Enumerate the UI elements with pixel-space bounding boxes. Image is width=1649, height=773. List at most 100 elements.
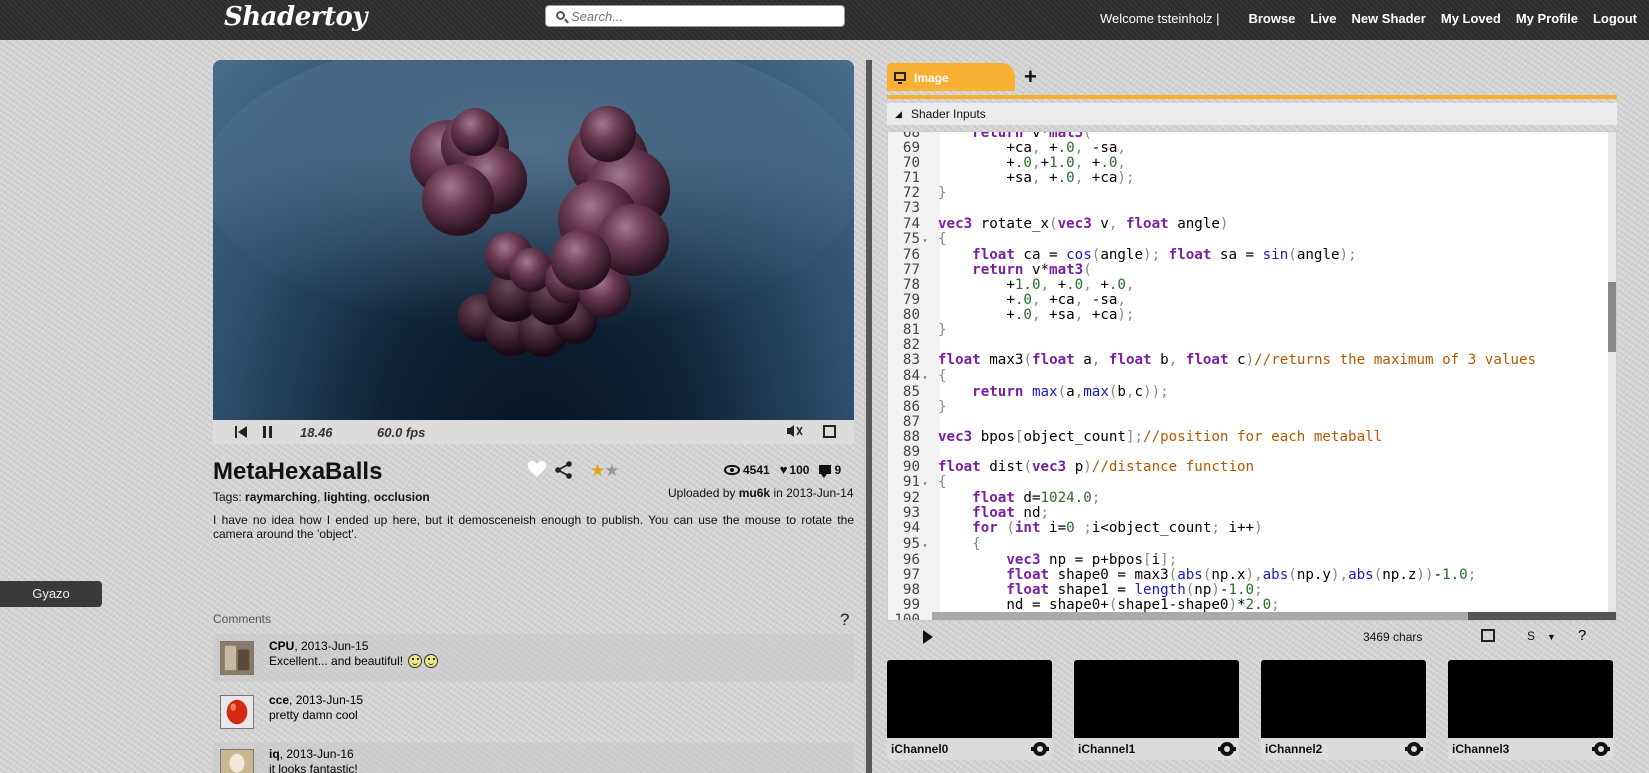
shader-canvas[interactable]	[213, 60, 854, 420]
author-link[interactable]: mu6k	[739, 486, 770, 500]
mute-icon[interactable]	[786, 424, 804, 438]
code-text[interactable]: {	[930, 536, 981, 552]
share-icon[interactable]	[555, 461, 573, 479]
code-text[interactable]: }	[930, 399, 947, 415]
fold-arrow-icon[interactable]: ▾	[920, 476, 930, 491]
code-text[interactable]: +.0, +sa, +ca);	[930, 307, 1134, 323]
comment-user[interactable]: cce	[269, 693, 289, 707]
code-line[interactable]: 81}	[888, 323, 1536, 338]
fullscreen-icon[interactable]	[823, 425, 836, 438]
channel-preview[interactable]	[1074, 660, 1239, 738]
code-text[interactable]: vec3 np = p+bpos[i];	[930, 552, 1177, 568]
code-line[interactable]: 91 ▾{	[888, 475, 1536, 491]
star-icon[interactable]: ★	[604, 461, 619, 480]
shader-inputs-toggle[interactable]: ◢ Shader Inputs	[887, 103, 1617, 125]
code-text[interactable]: vec3 bpos[object_count];//position for e…	[930, 429, 1382, 445]
code-line[interactable]: 94 for (int i=0 ;i<object_count; i++)	[888, 521, 1536, 536]
code-line[interactable]: 89	[888, 444, 1536, 460]
code-text[interactable]: for (int i=0 ;i<object_count; i++)	[930, 520, 1262, 536]
nav-my-profile[interactable]: My Profile	[1516, 11, 1578, 26]
pause-icon[interactable]	[263, 426, 273, 438]
code-text[interactable]: float ca = cos(angle); float sa = sin(an…	[930, 247, 1356, 263]
comment-user[interactable]: iq	[269, 747, 280, 761]
code-line[interactable]: 90 float dist(vec3 p)//distance function	[888, 459, 1536, 475]
code-line[interactable]: 69 +ca, +.0, -sa,	[888, 140, 1536, 156]
search-box[interactable]	[545, 5, 845, 27]
tag-link[interactable]: raymarching	[245, 490, 317, 504]
code-line[interactable]: 75 ▾{	[888, 231, 1536, 248]
code-text[interactable]: float d=1024.0;	[930, 490, 1100, 506]
scroll-thumb[interactable]	[932, 612, 1468, 620]
code-text[interactable]: +1.0, +.0, +.0,	[930, 277, 1134, 293]
vertical-scrollbar[interactable]	[1608, 132, 1616, 620]
code-text[interactable]: float dist(vec3 p)//distance function	[930, 459, 1254, 475]
code-editor[interactable]: 68 return v*mat3(69 +ca, +.0, -sa, 70 +.0…	[887, 131, 1617, 621]
gear-icon[interactable]	[1218, 742, 1236, 756]
code-text[interactable]: float shape0 = max3(abs(np.x),abs(np.y),…	[930, 567, 1476, 583]
scroll-thumb[interactable]	[1608, 282, 1616, 352]
nav-my-loved[interactable]: My Loved	[1441, 11, 1501, 26]
editor-help-button[interactable]: ?	[1578, 627, 1586, 644]
code-line[interactable]: 99 nd = shape0+(shape1-shape0)*2.0;	[888, 597, 1536, 613]
code-text[interactable]	[930, 414, 938, 430]
nav-browse[interactable]: Browse	[1248, 11, 1295, 26]
gear-icon[interactable]	[1592, 742, 1610, 756]
code-line[interactable]: 70 +.0,+1.0, +.0,	[888, 156, 1536, 171]
compile-play-icon[interactable]	[923, 630, 933, 644]
code-text[interactable]	[930, 444, 938, 460]
code-lines[interactable]: 68 return v*mat3(69 +ca, +.0, -sa, 70 +.0…	[888, 132, 1536, 620]
code-line[interactable]: 79 +.0, +ca, -sa,	[888, 292, 1536, 308]
code-line[interactable]: 72}	[888, 186, 1536, 201]
channel-preview[interactable]	[887, 660, 1052, 738]
avatar[interactable]	[220, 749, 254, 773]
tag-link[interactable]: occlusion	[374, 490, 430, 504]
code-line[interactable]: 88 vec3 bpos[object_count];//position for…	[888, 429, 1536, 445]
code-text[interactable]: {	[930, 368, 947, 384]
code-line[interactable]: 71 +sa, +.0, +ca);	[888, 171, 1536, 186]
code-text[interactable]: +sa, +.0, +ca);	[930, 170, 1134, 186]
editor-fullscreen-icon[interactable]	[1481, 629, 1495, 642]
fold-arrow-icon[interactable]: ▾	[920, 233, 930, 248]
code-text[interactable]: return v*mat3(	[930, 262, 1092, 278]
nav-logout[interactable]: Logout	[1593, 11, 1637, 26]
channel-preview[interactable]	[1261, 660, 1426, 738]
code-text[interactable]: return max(a,max(b,c));	[930, 384, 1169, 400]
code-text[interactable]: +ca, +.0, -sa,	[930, 140, 1126, 156]
nav-new-shader[interactable]: New Shader	[1351, 11, 1425, 26]
code-line[interactable]: 80 +.0, +sa, +ca);	[888, 308, 1536, 323]
code-line[interactable]: 96 vec3 np = p+bpos[i];	[888, 552, 1536, 568]
code-line[interactable]: 77 return v*mat3(	[888, 262, 1536, 278]
code-line[interactable]: 93 float nd;	[888, 506, 1536, 521]
code-line[interactable]: 92 float d=1024.0;	[888, 491, 1536, 506]
channel-preview[interactable]	[1448, 660, 1613, 738]
ichannel-3[interactable]: iChannel3	[1448, 660, 1613, 760]
code-line[interactable]: 97 float shape0 = max3(abs(np.x),abs(np.…	[888, 567, 1536, 583]
code-text[interactable]: vec3 rotate_x(vec3 v, float angle)	[930, 216, 1228, 232]
code-line[interactable]: 84 ▾{	[888, 368, 1536, 385]
code-text[interactable]: +.0,+1.0, +.0,	[930, 155, 1126, 171]
add-tab-button[interactable]: +	[1024, 64, 1037, 90]
code-text[interactable]: }	[930, 322, 947, 338]
code-text[interactable]: nd = shape0+(shape1-shape0)*2.0;	[930, 597, 1279, 613]
nav-live[interactable]: Live	[1310, 11, 1336, 26]
rating-stars[interactable]: ★★	[590, 461, 620, 481]
fold-arrow-icon[interactable]: ▾	[920, 538, 930, 553]
code-text[interactable]	[930, 337, 938, 353]
code-text[interactable]: float nd;	[930, 505, 1049, 521]
avatar[interactable]	[220, 641, 254, 675]
code-line[interactable]: 82	[888, 338, 1536, 353]
code-text[interactable]: {	[930, 474, 947, 490]
code-line[interactable]: 83 float max3(float a, float b, float c)/…	[888, 353, 1536, 368]
gear-icon[interactable]	[1031, 742, 1049, 756]
code-line[interactable]: 78 +1.0, +.0, +.0,	[888, 277, 1536, 293]
code-line[interactable]: 76 float ca = cos(angle); float sa = sin…	[888, 247, 1536, 263]
code-line[interactable]: 87	[888, 414, 1536, 430]
code-line[interactable]: 73	[888, 201, 1536, 216]
code-text[interactable]: }	[930, 185, 947, 201]
star-icon[interactable]: ★	[590, 461, 605, 480]
search-input[interactable]	[571, 8, 836, 24]
like-heart-icon[interactable]	[527, 459, 547, 479]
code-text[interactable]: float max3(float a, float b, float c)//r…	[930, 352, 1536, 368]
code-line[interactable]: 98 float shape1 = length(np)-1.0;	[888, 582, 1536, 598]
fold-arrow-icon[interactable]: ▾	[920, 370, 930, 385]
